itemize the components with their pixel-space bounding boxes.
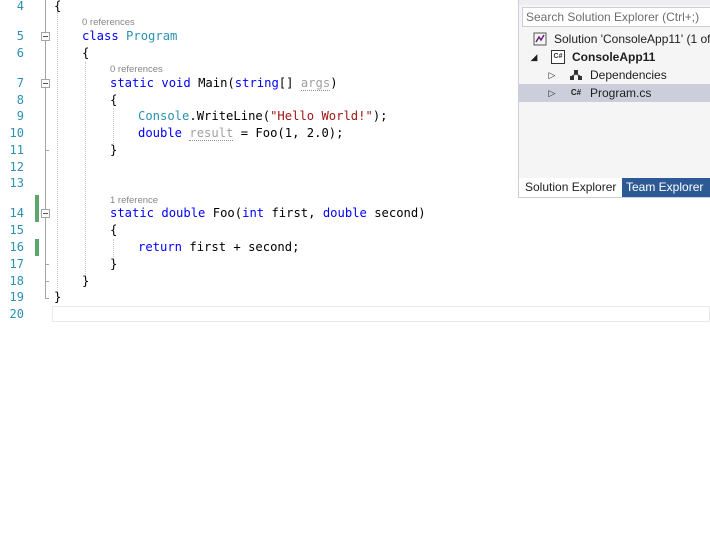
line-number: 10 xyxy=(9,126,24,140)
solution-icon xyxy=(533,32,547,46)
code-line: static void Main(string[] args) xyxy=(110,76,338,91)
code-line: Console.WriteLine("Hello World!"); xyxy=(138,109,388,123)
tab-team-explorer[interactable]: Team Explorer xyxy=(622,178,710,197)
collapse-class-icon[interactable] xyxy=(41,32,50,41)
changed-line-marker xyxy=(35,195,39,222)
line-number: 11 xyxy=(9,143,24,157)
solution-explorer-panel: Search Solution Explorer (Ctrl+;) Soluti… xyxy=(518,0,710,198)
code-line: class Program xyxy=(82,29,178,43)
tree-item-label: Program.cs xyxy=(590,86,652,100)
tree-item-project[interactable]: ◢ C# ConsoleApp11 xyxy=(519,48,710,66)
solution-search-input[interactable]: Search Solution Explorer (Ctrl+;) xyxy=(522,7,710,27)
panel-tab-strip: Solution Explorer Team Explorer xyxy=(519,178,710,197)
tree-item-label: Solution 'ConsoleApp11' (1 of xyxy=(554,32,710,46)
code-line: static double Foo(int first, double seco… xyxy=(110,206,426,220)
line-number: 8 xyxy=(16,93,24,107)
line-number: 12 xyxy=(9,160,24,174)
line-number: 13 xyxy=(9,176,24,190)
collapse-main-icon[interactable] xyxy=(41,79,50,88)
line-number: 7 xyxy=(16,76,24,90)
line-number: 16 xyxy=(9,240,24,254)
outline-end-tick xyxy=(45,281,49,282)
dependencies-icon xyxy=(569,68,583,82)
line-number: 4 xyxy=(16,0,24,13)
outline-guide xyxy=(45,41,46,79)
csharp-project-icon: C# xyxy=(551,50,565,64)
outline-end-tick xyxy=(45,298,49,299)
code-line: { xyxy=(82,46,90,60)
outline-end-tick xyxy=(45,264,49,265)
code-line: return first + second; xyxy=(138,240,300,254)
collapsed-arrow-icon[interactable]: ▷ xyxy=(547,66,557,84)
line-number: 15 xyxy=(9,223,24,237)
panel-toolbar-strip xyxy=(519,0,710,5)
line-number: 18 xyxy=(9,274,24,288)
code-line: } xyxy=(54,290,62,304)
tree-item-dependencies[interactable]: ▷ Dependencies xyxy=(519,66,710,84)
code-line: } xyxy=(110,143,118,157)
line-number: 6 xyxy=(16,46,24,60)
outline-guide xyxy=(45,88,46,209)
tree-item-solution[interactable]: Solution 'ConsoleApp11' (1 of xyxy=(519,30,710,48)
tab-solution-explorer[interactable]: Solution Explorer xyxy=(521,178,621,197)
csharp-file-icon: C# xyxy=(570,88,582,97)
changed-line-marker xyxy=(35,239,39,256)
line-number: 20 xyxy=(9,307,24,321)
expanded-arrow-icon[interactable]: ◢ xyxy=(529,48,539,66)
tree-item-program-cs[interactable]: ▷ C# Program.cs xyxy=(519,84,710,102)
collapse-foo-icon[interactable] xyxy=(41,209,50,218)
code-line: double result = Foo(1, 2.0); xyxy=(138,126,344,141)
code-line: { xyxy=(110,223,118,237)
current-line-highlight xyxy=(52,306,710,322)
code-line: } xyxy=(110,257,118,271)
line-number: 17 xyxy=(9,257,24,271)
indent-guide xyxy=(57,12,58,294)
outline-guide xyxy=(45,0,46,33)
line-number: 19 xyxy=(9,290,24,304)
code-line: { xyxy=(110,93,118,107)
outline-guide xyxy=(45,218,46,299)
tree-item-label: Dependencies xyxy=(590,68,667,82)
outline-end-tick xyxy=(45,150,49,151)
code-line: } xyxy=(82,274,90,288)
line-number: 9 xyxy=(16,109,24,123)
line-number: 14 xyxy=(9,206,24,220)
indent-guide xyxy=(85,62,86,278)
tree-item-label: ConsoleApp11 xyxy=(572,50,656,64)
collapsed-arrow-icon[interactable]: ▷ xyxy=(547,84,557,102)
code-line: { xyxy=(54,0,62,13)
line-number: 5 xyxy=(16,29,24,43)
